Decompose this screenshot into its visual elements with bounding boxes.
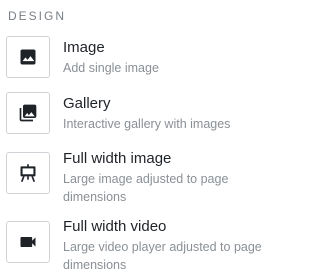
easel-icon — [18, 163, 38, 183]
option-label: Full width video — [63, 218, 167, 235]
icon-container — [6, 221, 50, 263]
gallery-icon — [18, 103, 38, 123]
image-icon — [18, 47, 38, 67]
block-option-full-width-image[interactable]: Full width image Large image adjusted to… — [6, 150, 290, 210]
icon-container — [6, 36, 50, 78]
option-description: Add single image — [63, 61, 159, 75]
option-description: Large video player adjusted to page dime… — [63, 240, 262, 272]
icon-container — [6, 152, 50, 194]
icon-container — [6, 92, 50, 134]
option-label: Image — [63, 39, 105, 56]
video-camera-icon — [18, 232, 38, 252]
option-description: Interactive gallery with images — [63, 117, 231, 131]
block-option-full-width-video[interactable]: Full width video Large video player adju… — [6, 218, 290, 278]
block-option-image[interactable]: Image Add single image — [6, 36, 290, 80]
option-label: Full width image — [63, 150, 172, 167]
section-title: DESIGN — [8, 9, 67, 23]
block-option-gallery[interactable]: Gallery Interactive gallery with images — [6, 92, 290, 136]
option-description: Large image adjusted to page dimensions — [63, 172, 229, 204]
option-label: Gallery — [63, 95, 111, 112]
